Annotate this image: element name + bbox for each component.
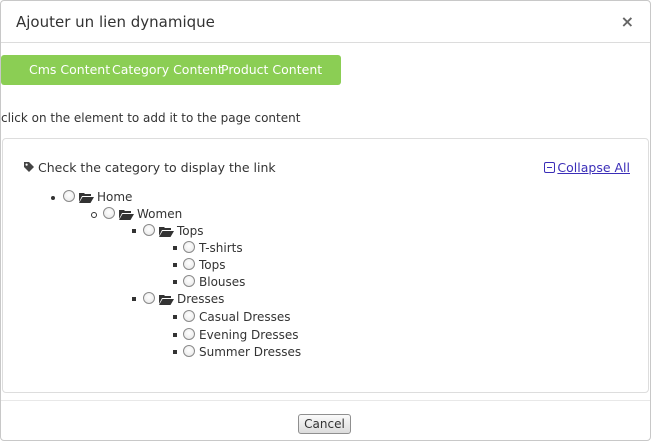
- tree-node-blouses: Blouses: [183, 274, 245, 290]
- category-radio-dresses[interactable]: [143, 292, 155, 304]
- tree-node-summer-dresses: Summer Dresses: [183, 344, 301, 360]
- collapse-icon: [544, 162, 556, 173]
- tab-product-content[interactable]: Product Content: [221, 62, 322, 77]
- tree-node-tops: Tops: [143, 223, 204, 239]
- tree-node-label[interactable]: Casual Dresses: [199, 310, 291, 324]
- cancel-button[interactable]: Cancel: [298, 414, 351, 434]
- collapse-all-link[interactable]: Collapse All: [544, 160, 630, 175]
- category-radio-home[interactable]: [63, 190, 75, 202]
- tree-heading-label: Check the category to display the link: [38, 160, 276, 175]
- content-type-tabs: Cms Content Category Content Product Con…: [1, 55, 341, 85]
- list-bullet: [173, 263, 177, 267]
- tree-node-label[interactable]: Dresses: [177, 292, 224, 306]
- list-bullet: [173, 280, 177, 284]
- folder-open-icon: [79, 191, 94, 207]
- list-bullet: [173, 246, 177, 250]
- close-button[interactable]: ×: [621, 12, 634, 32]
- list-bullet: [91, 212, 97, 218]
- tree-node-label[interactable]: Tops: [177, 224, 204, 238]
- tab-cms-content[interactable]: Cms Content: [29, 62, 110, 77]
- tree-heading: Check the category to display the link: [23, 160, 276, 176]
- tree-node-label[interactable]: Home: [97, 190, 132, 204]
- list-bullet: [173, 350, 177, 354]
- collapse-all-label: Collapse All: [557, 160, 630, 175]
- tab-category-content[interactable]: Category Content: [112, 62, 223, 77]
- tree-node-label[interactable]: T-shirts: [199, 241, 243, 255]
- category-radio-tops[interactable]: [143, 224, 155, 236]
- category-tree-panel: Check the category to display the link C…: [2, 138, 649, 393]
- category-radio-women[interactable]: [103, 207, 115, 219]
- dialog: Ajouter un lien dynamique × Cms Content …: [0, 0, 651, 441]
- tree-node-evening-dresses: Evening Dresses: [183, 327, 298, 343]
- category-radio-evening-dresses[interactable]: [183, 328, 195, 340]
- folder-open-icon: [159, 225, 174, 241]
- dialog-title: Ajouter un lien dynamique: [16, 13, 215, 31]
- list-bullet: [51, 196, 55, 200]
- dialog-header: Ajouter un lien dynamique ×: [1, 1, 650, 43]
- tree-node-label[interactable]: Summer Dresses: [199, 345, 301, 359]
- list-bullet: [132, 229, 136, 233]
- category-radio-casual-dresses[interactable]: [183, 310, 195, 322]
- tree-node-label[interactable]: Evening Dresses: [199, 328, 298, 342]
- tree-node-tops-child: Tops: [183, 257, 226, 273]
- tree-node-tshirts: T-shirts: [183, 240, 243, 256]
- list-bullet: [132, 297, 136, 301]
- tree-node-label[interactable]: Blouses: [199, 275, 245, 289]
- tag-icon: [23, 161, 35, 176]
- category-radio-tops-child[interactable]: [183, 258, 195, 270]
- tree-node-label[interactable]: Tops: [199, 258, 226, 272]
- category-radio-summer-dresses[interactable]: [183, 345, 195, 357]
- folder-open-icon: [159, 293, 174, 309]
- tree-node-women: Women: [103, 206, 182, 222]
- tree-node-home: Home: [63, 189, 132, 205]
- list-bullet: [173, 315, 177, 319]
- footer-divider: [1, 400, 650, 401]
- tree-node-dresses: Dresses: [143, 291, 224, 307]
- instruction-text: click on the element to add it to the pa…: [1, 111, 301, 125]
- tree-node-casual-dresses: Casual Dresses: [183, 309, 291, 325]
- tree-node-label[interactable]: Women: [137, 207, 182, 221]
- category-radio-tshirts[interactable]: [183, 241, 195, 253]
- list-bullet: [173, 333, 177, 337]
- category-radio-blouses[interactable]: [183, 275, 195, 287]
- folder-open-icon: [119, 208, 134, 224]
